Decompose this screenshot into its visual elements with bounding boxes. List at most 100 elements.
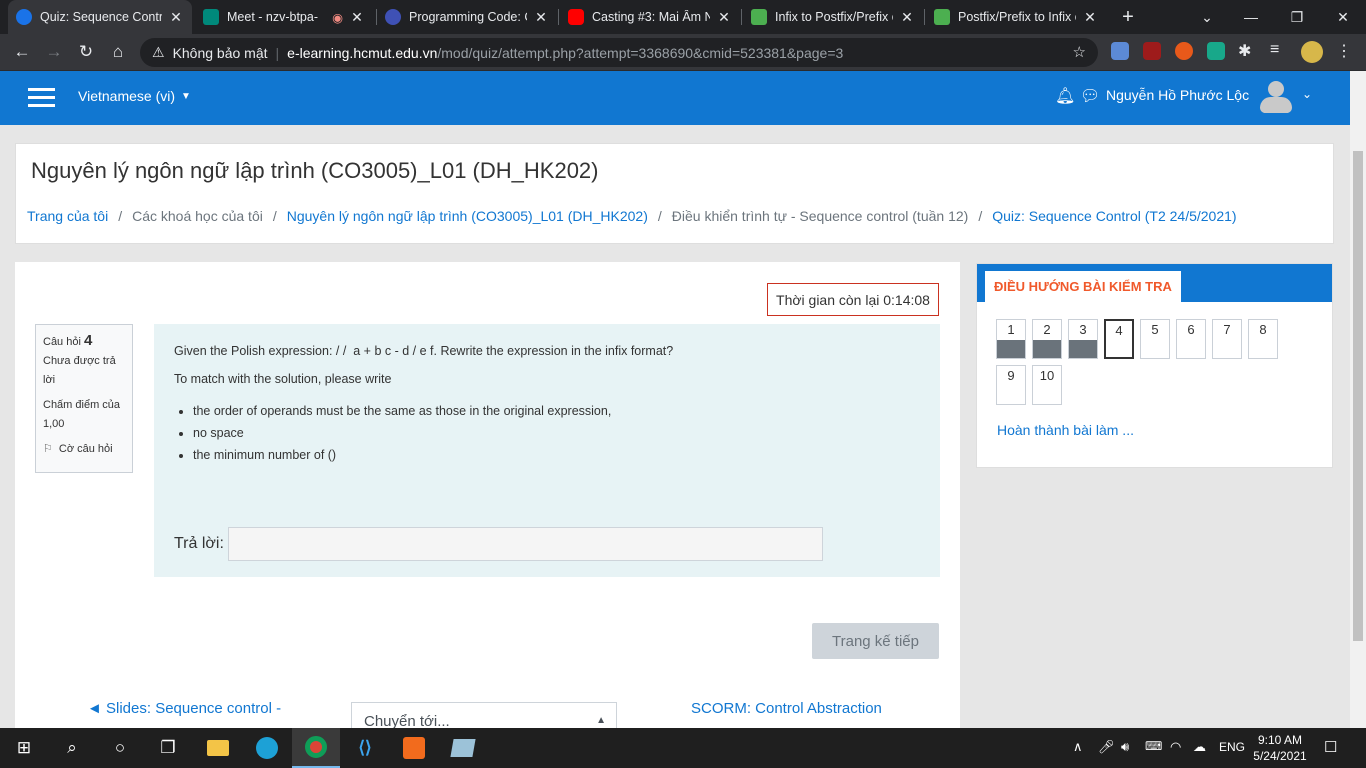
hamburger-menu-icon[interactable] bbox=[28, 88, 55, 108]
breadcrumb-section: Điều khiển trình tự - Sequence control (… bbox=[671, 208, 969, 224]
security-status: Không bảo mật bbox=[172, 44, 268, 61]
wifi-icon[interactable]: ◠ bbox=[1170, 739, 1181, 755]
home-icon[interactable]: ⌂ bbox=[104, 38, 132, 66]
notes-app-icon[interactable] bbox=[439, 728, 487, 768]
microphone-icon[interactable]: 🎤︎ bbox=[1098, 739, 1115, 755]
warning-icon: ⚠ bbox=[152, 44, 165, 60]
question-status: Chưa được trả lời bbox=[43, 355, 116, 386]
extension-icon[interactable] bbox=[1175, 42, 1193, 60]
user-avatar[interactable] bbox=[1259, 79, 1292, 115]
extension-icon[interactable] bbox=[1207, 42, 1225, 60]
minimize-icon[interactable]: — bbox=[1228, 0, 1274, 34]
site-favicon-icon bbox=[385, 9, 401, 25]
breadcrumb-course[interactable]: Nguyên lý ngôn ngữ lập trình (CO3005)_L0… bbox=[287, 208, 648, 224]
restore-icon[interactable]: ❐ bbox=[1274, 0, 1320, 34]
page-title: Nguyên lý ngôn ngữ lập trình (CO3005)_L0… bbox=[31, 158, 599, 183]
close-tab-icon[interactable]: ✕ bbox=[168, 9, 184, 26]
question-text: Given the Polish expression: / / a + b c… bbox=[174, 344, 674, 358]
tab-programming-code[interactable]: Programming Code: C ✕ bbox=[377, 0, 557, 34]
flag-icon: ⚐ bbox=[43, 443, 53, 455]
page-scrollbar[interactable] bbox=[1350, 71, 1366, 728]
messages-icon[interactable]: 💬︎ bbox=[1080, 86, 1100, 106]
back-icon[interactable]: ← bbox=[8, 38, 36, 66]
site-favicon-icon bbox=[751, 9, 767, 25]
close-tab-icon[interactable]: ✕ bbox=[899, 9, 915, 26]
windows-start-icon[interactable]: ⊞ bbox=[0, 728, 48, 768]
menu-icon[interactable]: ⋮ bbox=[1336, 41, 1352, 61]
quiz-navigation-title: ĐIỀU HƯỚNG BÀI KIỂM TRA bbox=[985, 271, 1181, 302]
quiz-nav-button[interactable]: 10 bbox=[1032, 365, 1062, 405]
tab-infix-to-postfix[interactable]: Infix to Postfix/Prefix c ✕ bbox=[743, 0, 923, 34]
close-tab-icon[interactable]: ✕ bbox=[716, 9, 732, 26]
chrome-icon[interactable] bbox=[292, 728, 340, 768]
tab-quiz[interactable]: Quiz: Sequence Contro ✕ bbox=[8, 0, 192, 34]
address-bar[interactable]: ⚠ Không bảo mật | e-learning.hcmut.edu.v… bbox=[140, 38, 1098, 67]
bookmark-star-icon[interactable]: ☆ bbox=[1073, 43, 1086, 61]
cortana-icon[interactable]: ○ bbox=[96, 728, 144, 768]
media-control-icon[interactable]: ≡ bbox=[1270, 41, 1279, 59]
reload-icon[interactable]: ↻ bbox=[72, 38, 100, 66]
extension-icon[interactable] bbox=[1111, 42, 1129, 60]
file-explorer-icon[interactable] bbox=[194, 728, 242, 768]
finish-attempt-link[interactable]: Hoàn thành bài làm ... bbox=[997, 422, 1134, 438]
close-tab-icon[interactable]: ✕ bbox=[1082, 9, 1098, 26]
task-view-icon[interactable]: ❐ bbox=[144, 728, 192, 768]
new-tab-button[interactable]: + bbox=[1106, 0, 1150, 34]
quiz-nav-button[interactable]: 8 bbox=[1248, 319, 1278, 359]
close-tab-icon[interactable]: ✕ bbox=[533, 9, 549, 26]
language-menu[interactable]: Vietnamese (vi) ▼ bbox=[78, 88, 191, 104]
flag-question-link[interactable]: ⚐ Cờ câu hỏi bbox=[43, 440, 125, 459]
clock-time: 9:10 AM bbox=[1257, 733, 1303, 747]
question-instruction: To match with the solution, please write bbox=[174, 372, 392, 386]
pdf-app-icon[interactable] bbox=[390, 728, 438, 768]
tab-meet[interactable]: Meet - nzv-btpa- ◉ ✕ bbox=[195, 0, 373, 34]
tab-title: Casting #3: Mai Âm Nh bbox=[592, 10, 710, 24]
volume-icon[interactable]: 🔊︎ bbox=[1121, 739, 1129, 755]
vscode-icon[interactable]: ⟨⟩ bbox=[341, 728, 389, 768]
close-tab-icon[interactable]: ✕ bbox=[349, 9, 365, 26]
question-grade: Chấm điểm của 1,00 bbox=[43, 399, 121, 430]
breadcrumb-quiz[interactable]: Quiz: Sequence Control (T2 24/5/2021) bbox=[992, 208, 1236, 224]
site-favicon-icon bbox=[934, 9, 950, 25]
next-activity-link[interactable]: SCORM: Control Abstraction bbox=[691, 700, 882, 717]
tab-search-icon[interactable]: ⌄ bbox=[1184, 0, 1230, 34]
show-hidden-icons-icon[interactable]: ∧ bbox=[1073, 739, 1083, 755]
clock[interactable]: 9:10 AM 5/24/2021 bbox=[1250, 732, 1310, 764]
search-icon[interactable]: ⌕ bbox=[48, 728, 96, 768]
clock-date: 5/24/2021 bbox=[1253, 749, 1307, 763]
jump-to-select[interactable]: Chuyển tới... ▲▼ bbox=[351, 702, 617, 728]
ublock-icon[interactable] bbox=[1143, 42, 1161, 60]
browser-tab-strip: Quiz: Sequence Contro ✕ Meet - nzv-btpa-… bbox=[0, 0, 1366, 34]
answer-input[interactable] bbox=[227, 527, 823, 561]
quiz-nav-button[interactable]: 5 bbox=[1140, 319, 1170, 359]
tab-postfix-to-infix[interactable]: Postfix/Prefix to Infix c ✕ bbox=[926, 0, 1106, 34]
extensions-puzzle-icon[interactable]: ✱ bbox=[1238, 41, 1251, 61]
tab-casting[interactable]: Casting #3: Mai Âm Nh ✕ bbox=[560, 0, 740, 34]
url-host: e-learning.hcmut.edu.vn bbox=[287, 44, 438, 61]
quiz-nav-button[interactable]: 7 bbox=[1212, 319, 1242, 359]
quiz-nav-button[interactable]: 6 bbox=[1176, 319, 1206, 359]
chevron-down-icon[interactable]: ⌄ bbox=[1302, 87, 1312, 101]
edge-icon[interactable] bbox=[243, 728, 291, 768]
notification-bell-icon[interactable]: 🔔︎ bbox=[1055, 86, 1075, 106]
action-center-icon[interactable]: ☐ bbox=[1324, 738, 1337, 756]
quiz-navigation-block: ĐIỀU HƯỚNG BÀI KIỂM TRA 1 2 3 4 5 6 7 8 … bbox=[976, 263, 1333, 468]
user-name[interactable]: Nguyễn Hồ Phước Lộc bbox=[1106, 87, 1249, 103]
quiz-nav-button[interactable]: 1 bbox=[996, 319, 1026, 359]
previous-activity-link[interactable]: ◄ Slides: Sequence control - bbox=[87, 700, 281, 717]
profile-avatar[interactable] bbox=[1301, 41, 1323, 63]
flag-label: Cờ câu hỏi bbox=[58, 443, 113, 455]
breadcrumb-my-page[interactable]: Trang của tôi bbox=[27, 208, 108, 224]
input-method-icon[interactable]: ⌨︎ bbox=[1145, 739, 1162, 753]
onedrive-icon[interactable]: ☁︎ bbox=[1193, 739, 1206, 755]
forward-icon[interactable]: → bbox=[40, 38, 68, 66]
quiz-nav-button[interactable]: 3 bbox=[1068, 319, 1098, 359]
quiz-nav-button[interactable]: 9 bbox=[996, 365, 1026, 405]
rule-item: the minimum number of () bbox=[193, 444, 920, 466]
next-page-button[interactable]: Trang kế tiếp bbox=[812, 623, 939, 659]
quiz-nav-button-current[interactable]: 4 bbox=[1104, 319, 1134, 359]
quiz-nav-button[interactable]: 2 bbox=[1032, 319, 1062, 359]
breadcrumb: Trang của tôi / Các khoá học của tôi / Nguyê… bbox=[27, 208, 1237, 224]
language-indicator[interactable]: ENG bbox=[1219, 740, 1245, 754]
close-window-icon[interactable]: ✕ bbox=[1320, 0, 1366, 34]
